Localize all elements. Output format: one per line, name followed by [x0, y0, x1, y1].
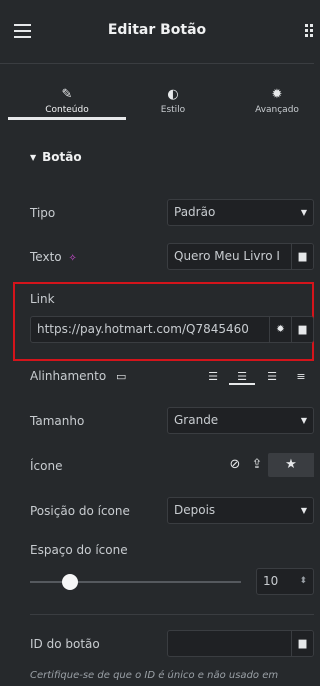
link-input[interactable]: https://pay.hotmart.com/Q7845460 ✹ ▆ [30, 316, 314, 343]
id-botao-label: ID do botão [30, 637, 100, 651]
id-botao-input[interactable]: ▆ [167, 630, 314, 657]
tipo-label: Tipo [30, 206, 56, 220]
dynamic-tags-icon[interactable]: ▆ [291, 244, 313, 269]
dynamic-tags-icon[interactable]: ▆ [291, 631, 313, 656]
alinhamento-label: Alinhamento ▭ [30, 369, 126, 383]
posicao-icone-select[interactable]: Depois ▼ [167, 497, 314, 524]
active-tab-indicator [8, 117, 126, 120]
tab-conteudo[interactable]: ✎ Conteúdo [8, 65, 126, 120]
link-value: https://pay.hotmart.com/Q7845460 [37, 322, 249, 336]
chevron-down-icon: ▼ [300, 208, 307, 217]
tamanho-value: Grande [174, 413, 219, 427]
posicao-icone-label: Posição do ícone [30, 504, 130, 518]
spinner-icon[interactable]: ⬍ [299, 569, 307, 594]
tab-label: Conteúdo [45, 105, 89, 115]
espaco-icone-number-input[interactable]: 10 ⬍ [256, 568, 314, 595]
espaco-icone-slider-handle[interactable] [62, 574, 78, 590]
none-icon[interactable]: ⊘ [224, 453, 246, 477]
texto-input[interactable]: Quero Meu Livro I ▆ [167, 243, 314, 270]
gear-icon: ✹ [271, 87, 283, 102]
panel-tabs: ✎ Conteúdo ◐ Estilo ✹ Avançado [0, 65, 314, 120]
align-right-icon[interactable]: ☰ [259, 369, 285, 385]
chevron-down-icon: ▼ [300, 416, 307, 425]
tamanho-select[interactable]: Grande ▼ [167, 407, 314, 434]
pencil-icon: ✎ [61, 87, 73, 102]
section-title: Botão [42, 150, 82, 164]
texto-label-text: Texto [30, 250, 62, 264]
section-divider [30, 614, 314, 615]
align-left-icon[interactable]: ☰ [200, 369, 226, 385]
upload-icon[interactable]: ⇪ [246, 453, 268, 477]
tab-estilo[interactable]: ◐ Estilo [126, 65, 220, 120]
texto-label: Texto ✧ [30, 250, 77, 264]
chevron-down-icon: ▼ [300, 506, 307, 515]
icone-label: Ícone [30, 459, 63, 473]
library-icon[interactable]: ★ [268, 453, 314, 477]
id-help-text: Certifique-se de que o ID é único e não … [30, 670, 279, 681]
tab-label: Avançado [255, 105, 299, 115]
tamanho-label: Tamanho [30, 414, 85, 428]
editor-header: Editar Botão [0, 0, 314, 64]
apps-grid-icon[interactable] [305, 24, 314, 38]
link-label: Link [30, 292, 55, 306]
alinhamento-label-text: Alinhamento [30, 369, 107, 383]
texto-value: Quero Meu Livro I [174, 249, 280, 263]
tab-label: Estilo [160, 105, 186, 115]
espaco-icone-value: 10 [263, 574, 279, 588]
ai-sparkle-icon[interactable]: ✧ [68, 253, 76, 264]
section-toggle-botao[interactable]: ▼ Botão [30, 150, 82, 164]
align-center-icon[interactable]: ☰ [229, 369, 255, 385]
desktop-icon[interactable]: ▭ [116, 370, 126, 383]
dynamic-tags-icon[interactable]: ▆ [291, 317, 313, 342]
align-justify-icon[interactable]: ≡ [288, 369, 314, 385]
tipo-value: Padrão [174, 205, 216, 219]
page-title: Editar Botão [107, 22, 207, 38]
link-options-gear-icon[interactable]: ✹ [269, 317, 291, 342]
caret-down-icon: ▼ [30, 153, 37, 162]
tab-avancado[interactable]: ✹ Avançado [240, 65, 314, 120]
half-circle-icon: ◐ [167, 87, 179, 102]
posicao-icone-value: Depois [174, 503, 216, 517]
tipo-select[interactable]: Padrão ▼ [167, 199, 314, 226]
espaco-icone-label: Espaço do ícone [30, 543, 128, 557]
